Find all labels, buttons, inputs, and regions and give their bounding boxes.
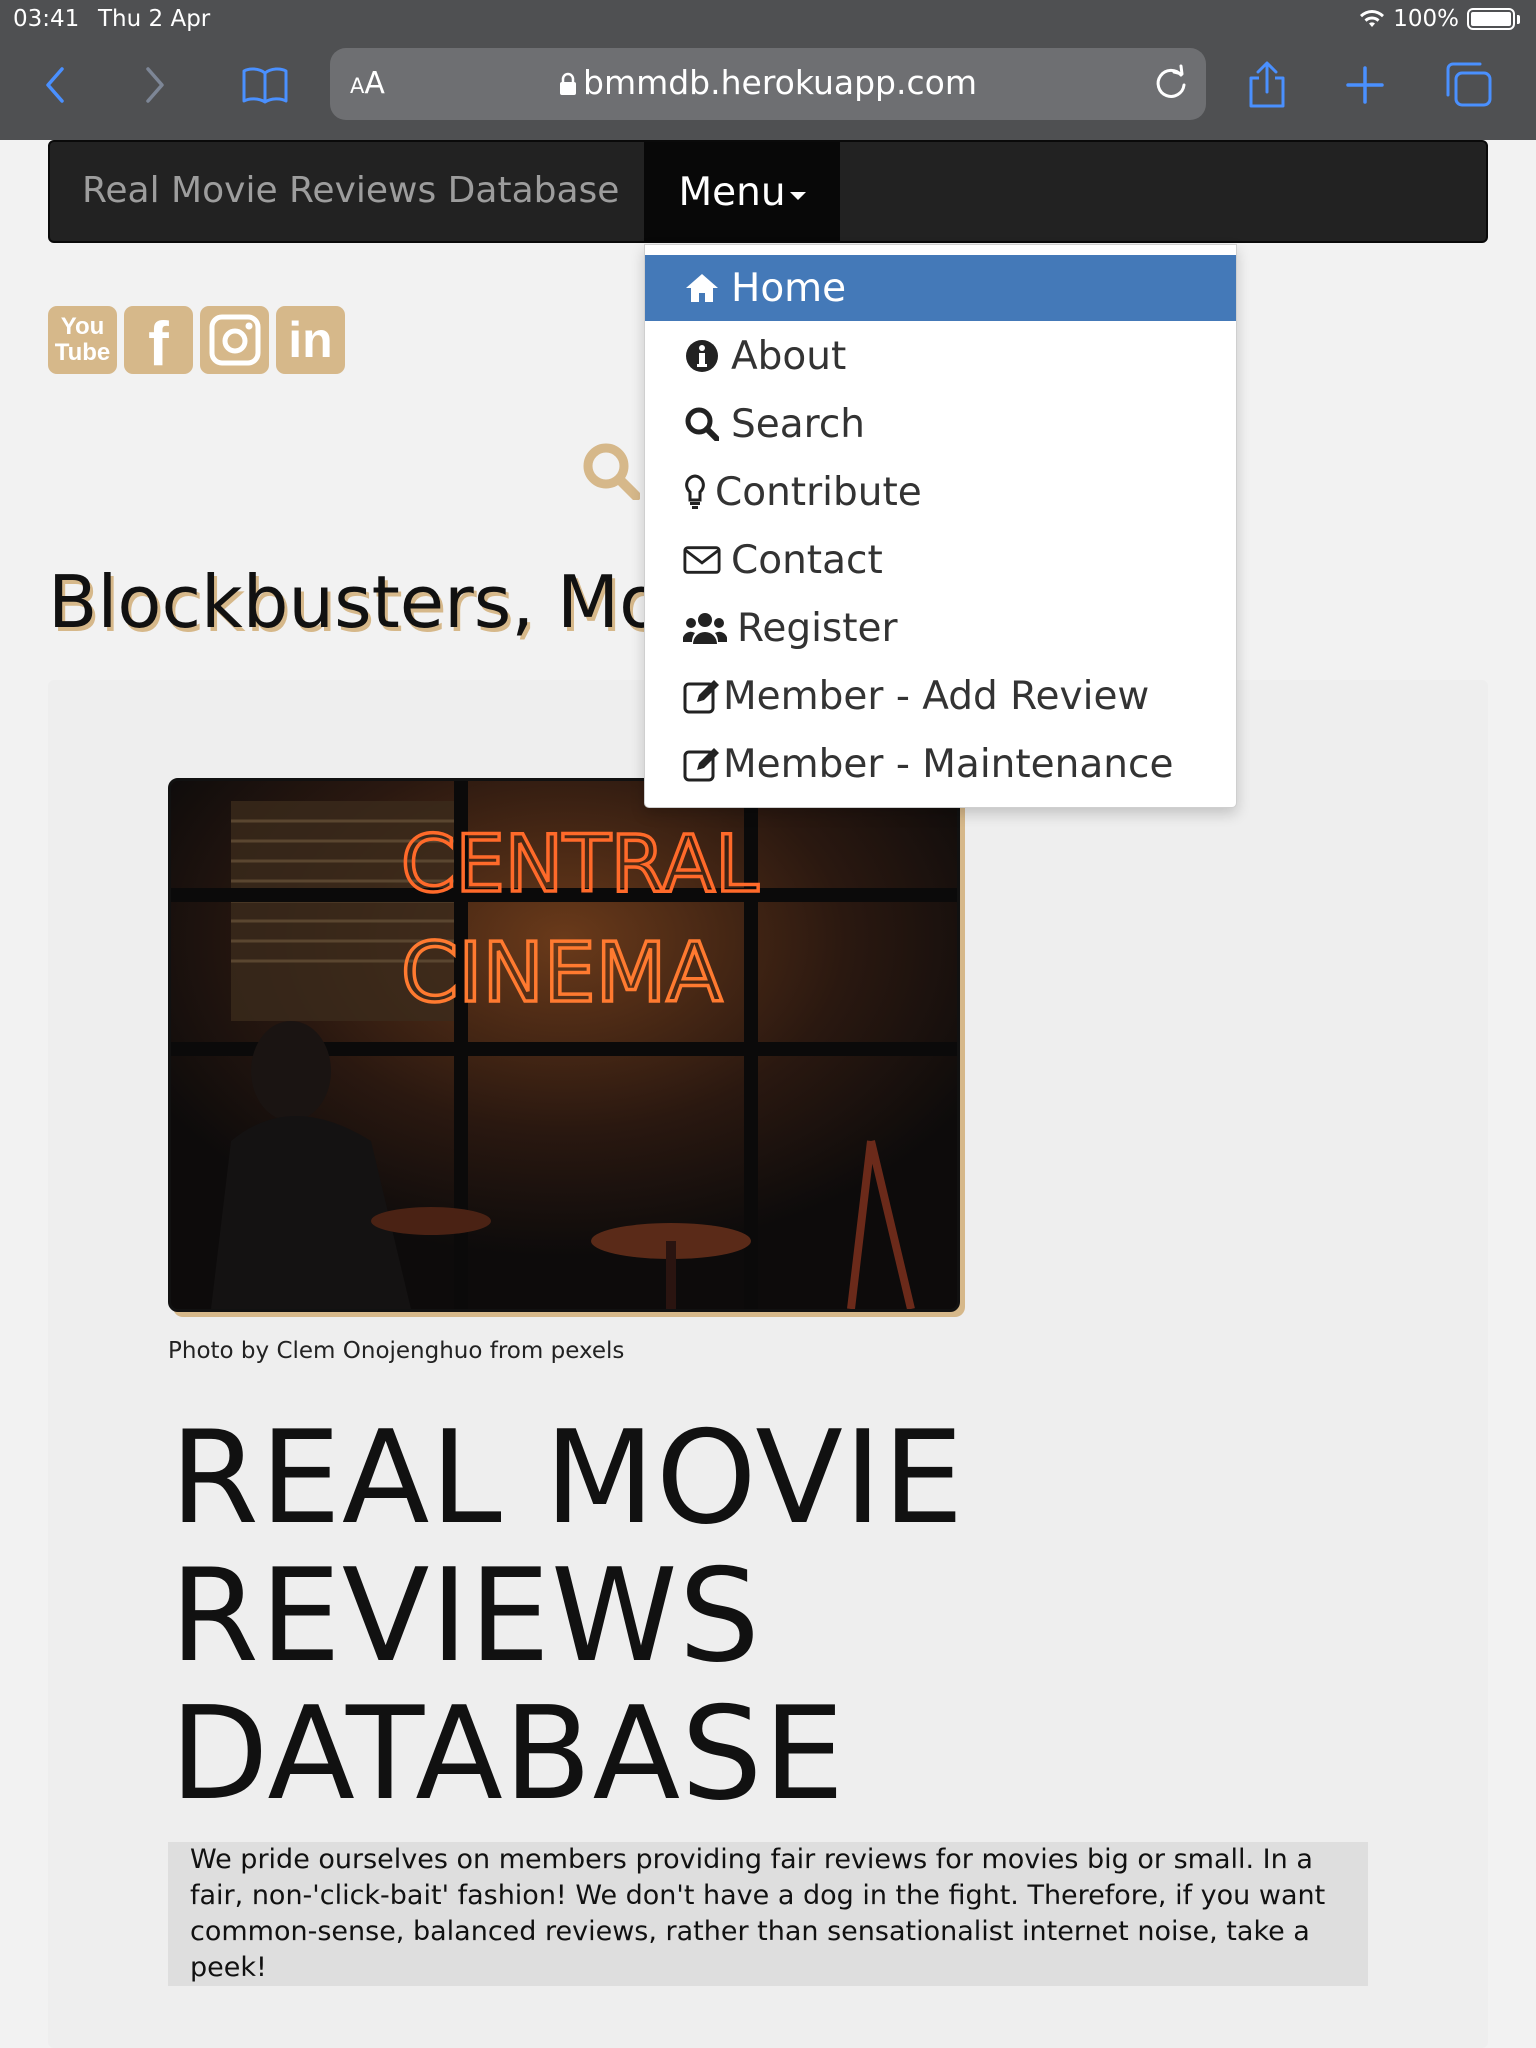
status-right: 100% (1359, 6, 1520, 32)
menu-item-label: Register (737, 605, 898, 651)
edit-icon (683, 677, 721, 715)
menu-item-label: About (731, 333, 847, 379)
youtube-tube-text: Tube (54, 339, 111, 366)
instagram-icon[interactable] (200, 306, 269, 374)
menu-item-register[interactable]: Register (645, 595, 1236, 661)
forward-icon[interactable] (120, 50, 190, 120)
search-icon[interactable] (580, 440, 640, 500)
lock-icon (560, 72, 576, 95)
address-bar[interactable]: AA bmmdb.herokuapp.com (330, 48, 1206, 120)
status-bar: 03:41 Thu 2 Apr 100% (0, 0, 1536, 38)
edit-icon (683, 745, 721, 783)
status-time: 03:41 (13, 6, 80, 32)
status-date: Thu 2 Apr (98, 6, 211, 32)
linkedin-icon[interactable]: in (276, 306, 345, 374)
battery-percent: 100% (1393, 6, 1459, 32)
back-icon[interactable] (20, 50, 90, 120)
menu-item-label: Search (731, 401, 865, 447)
youtube-icon[interactable]: You Tube (48, 306, 117, 374)
bookmarks-icon[interactable] (230, 50, 300, 120)
navbar-brand[interactable]: Real Movie Reviews Database (82, 170, 619, 211)
new-tab-icon[interactable] (1330, 50, 1400, 120)
info-icon (683, 337, 721, 375)
page-title: REAL MOVIE REVIEWS DATABASE (170, 1410, 1070, 1824)
lightbulb-icon (683, 473, 707, 511)
menu-item-about[interactable]: About (645, 323, 1236, 389)
photo-caption: Photo by Clem Onojenghuo from pexels (168, 1338, 625, 1364)
menu-item-contact[interactable]: Contact (645, 527, 1236, 593)
title-line-1: REAL MOVIE (170, 1404, 965, 1553)
caret-down-icon (789, 192, 806, 200)
menu-item-label: Home (731, 265, 847, 311)
tabs-icon[interactable] (1434, 50, 1504, 120)
youtube-you-text: You (60, 313, 105, 340)
battery-nub (1517, 14, 1520, 24)
battery-icon (1467, 8, 1515, 30)
search-icon (683, 405, 721, 443)
cinema-photo: CENTRAL CINEMA (168, 778, 960, 1312)
menu-item-label: Member - Maintenance (723, 741, 1174, 787)
site-navbar: Real Movie Reviews Database Menu (48, 140, 1488, 243)
menu-label: Menu (678, 169, 786, 215)
home-icon (683, 269, 721, 307)
wifi-icon (1360, 10, 1385, 27)
menu-item-add-review[interactable]: Member - Add Review (645, 663, 1236, 729)
share-icon[interactable] (1232, 50, 1302, 120)
menu-item-contribute[interactable]: Contribute (645, 459, 1236, 525)
envelope-icon (683, 541, 721, 579)
menu-dropdown: Home About Search Contribute Contact Reg… (644, 244, 1237, 808)
url-display[interactable]: bmmdb.herokuapp.com (330, 63, 1206, 102)
menu-item-label: Contribute (715, 469, 922, 515)
facebook-glyph: f (148, 309, 169, 379)
menu-item-search[interactable]: Search (645, 391, 1236, 457)
title-line-2: REVIEWS (170, 1542, 761, 1691)
facebook-icon[interactable]: f (124, 306, 193, 379)
intro-paragraph: We pride ourselves on members providing … (168, 1842, 1368, 1986)
menu-item-label: Contact (731, 537, 883, 583)
title-line-3: DATABASE (170, 1680, 846, 1829)
reload-icon[interactable] (1150, 62, 1192, 104)
menu-item-maintenance[interactable]: Member - Maintenance (645, 731, 1236, 797)
tagline-heading: Blockbusters, Mo (48, 560, 648, 644)
social-links: You Tube f in (48, 306, 345, 379)
menu-dropdown-toggle[interactable]: Menu (644, 142, 840, 242)
linkedin-glyph: in (288, 312, 333, 368)
users-icon (683, 609, 727, 647)
menu-item-home[interactable]: Home (645, 255, 1236, 321)
neon-text-cinema: CINEMA (401, 926, 722, 1021)
url-text: bmmdb.herokuapp.com (583, 63, 977, 102)
browser-toolbar: 03:41 Thu 2 Apr 100% AA bmmdb.herokuapp.… (0, 0, 1536, 140)
menu-item-label: Member - Add Review (723, 673, 1150, 719)
neon-text-central: CENTRAL (401, 820, 759, 910)
